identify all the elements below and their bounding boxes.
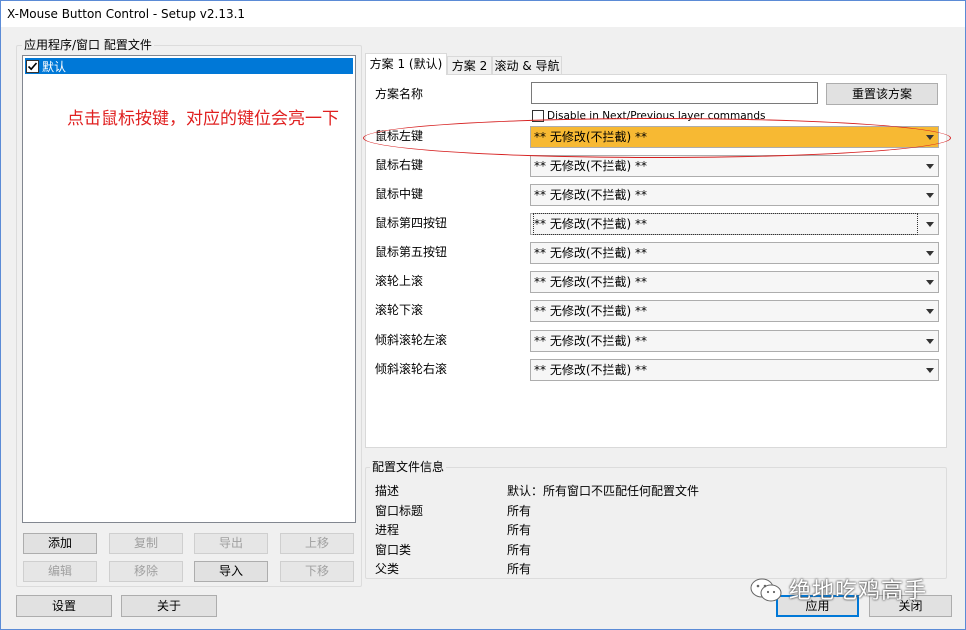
profile-info-group-label: 配置文件信息 [370,460,447,474]
watermark-text: 绝地吃鸡高手 [789,579,928,604]
mapping-select-tilt-right[interactable]: ** 无修改(不拦截) ** [530,359,939,381]
window-title: X-Mouse Button Control - Setup v2.13.1 [7,7,246,21]
disable-layer-label: Disable in Next/Previous layer commands [547,110,766,122]
chevron-down-icon [926,135,934,140]
reset-scheme-button[interactable]: 重置该方案 [826,83,938,105]
mapping-value: ** 无修改(不拦截) ** [534,246,647,260]
info-key: 窗口类 [375,543,412,557]
info-value: 默认：所有窗口不匹配任何配置文件 [507,484,700,498]
profile-label: 默认 [42,59,67,74]
remove-button[interactable]: 移除 [109,561,183,582]
chevron-down-icon [926,164,934,169]
mapping-value: ** 无修改(不拦截) ** [534,304,647,318]
mapping-label-wheel-up: 滚轮上滚 [375,274,424,288]
edit-button[interactable]: 编辑 [23,561,97,582]
chevron-down-icon [926,339,934,344]
annotation-text: 点击鼠标按键，对应的键位会亮一下 [67,109,339,129]
mapping-label-tilt-right: 倾斜滚轮右滚 [375,362,448,376]
scheme-name-input[interactable] [531,82,818,104]
tab-scheme-2[interactable]: 方案 2 [447,56,492,76]
chevron-down-icon [926,280,934,285]
mapping-label-fourth-button: 鼠标第四按钮 [375,216,448,230]
mapping-value: ** 无修改(不拦截) ** [534,363,647,377]
chevron-down-icon [926,222,934,227]
setup-window: X-Mouse Button Control - Setup v2.13.1 应… [0,0,966,630]
mapping-select-right-button[interactable]: ** 无修改(不拦截) ** [530,155,939,177]
info-value: 所有 [507,543,532,557]
export-button[interactable]: 导出 [194,533,268,554]
info-key: 进程 [375,523,400,537]
mapping-label-fifth-button: 鼠标第五按钮 [375,245,448,259]
info-value: 所有 [507,562,532,576]
mapping-value: ** 无修改(不拦截) ** [534,188,647,202]
mapping-label-wheel-down: 滚轮下滚 [375,303,424,317]
title-bar: X-Mouse Button Control - Setup v2.13.1 [1,1,965,27]
tab-scheme-1[interactable]: 方案 1 (默认) [365,53,447,75]
chevron-down-icon [926,193,934,198]
mapping-value: ** 无修改(不拦截) ** [534,159,647,173]
wechat-icon [750,578,782,602]
info-value: 所有 [507,504,532,518]
chevron-down-icon [926,309,934,314]
mapping-label-middle-button: 鼠标中键 [375,187,424,201]
chevron-down-icon [926,368,934,373]
profiles-group-label: 应用程序/窗口 配置文件 [22,38,154,52]
mapping-select-tilt-left[interactable]: ** 无修改(不拦截) ** [530,330,939,352]
chevron-down-icon [926,251,934,256]
mapping-select-left-button[interactable]: ** 无修改(不拦截) ** [530,126,939,148]
info-key: 描述 [375,484,400,498]
profile-enabled-checkbox[interactable] [26,59,39,73]
mapping-value: ** 无修改(不拦截) ** [534,275,647,289]
mapping-label-right-button: 鼠标右键 [375,158,424,172]
add-button[interactable]: 添加 [23,533,97,554]
list-item-default-profile[interactable]: 默认 [25,58,353,74]
move-up-button[interactable]: 上移 [280,533,354,554]
info-key: 窗口标题 [375,504,424,518]
mapping-label-left-button: 鼠标左键 [375,129,424,143]
mapping-select-middle-button[interactable]: ** 无修改(不拦截) ** [530,184,939,206]
copy-button[interactable]: 复制 [109,533,183,554]
scheme-name-label: 方案名称 [375,87,424,101]
import-button[interactable]: 导入 [194,561,268,582]
mapping-select-wheel-up[interactable]: ** 无修改(不拦截) ** [530,271,939,293]
mapping-value: ** 无修改(不拦截) ** [534,130,647,144]
tab-scroll-navigation[interactable]: 滚动 & 导航 [492,56,562,76]
mapping-value: ** 无修改(不拦截) ** [534,334,647,348]
checkmark-icon [27,61,38,70]
about-button[interactable]: 关于 [121,595,217,617]
move-down-button[interactable]: 下移 [280,561,354,582]
disable-layer-checkbox[interactable] [532,110,544,122]
info-value: 所有 [507,523,532,537]
mapping-select-fourth-button[interactable]: ** 无修改(不拦截) ** [530,213,939,235]
info-key: 父类 [375,562,400,576]
mapping-label-tilt-left: 倾斜滚轮左滚 [375,333,448,347]
settings-button[interactable]: 设置 [16,595,112,617]
mapping-value: ** 无修改(不拦截) ** [533,213,918,235]
mapping-select-wheel-down[interactable]: ** 无修改(不拦截) ** [530,300,939,322]
mapping-select-fifth-button[interactable]: ** 无修改(不拦截) ** [530,242,939,264]
